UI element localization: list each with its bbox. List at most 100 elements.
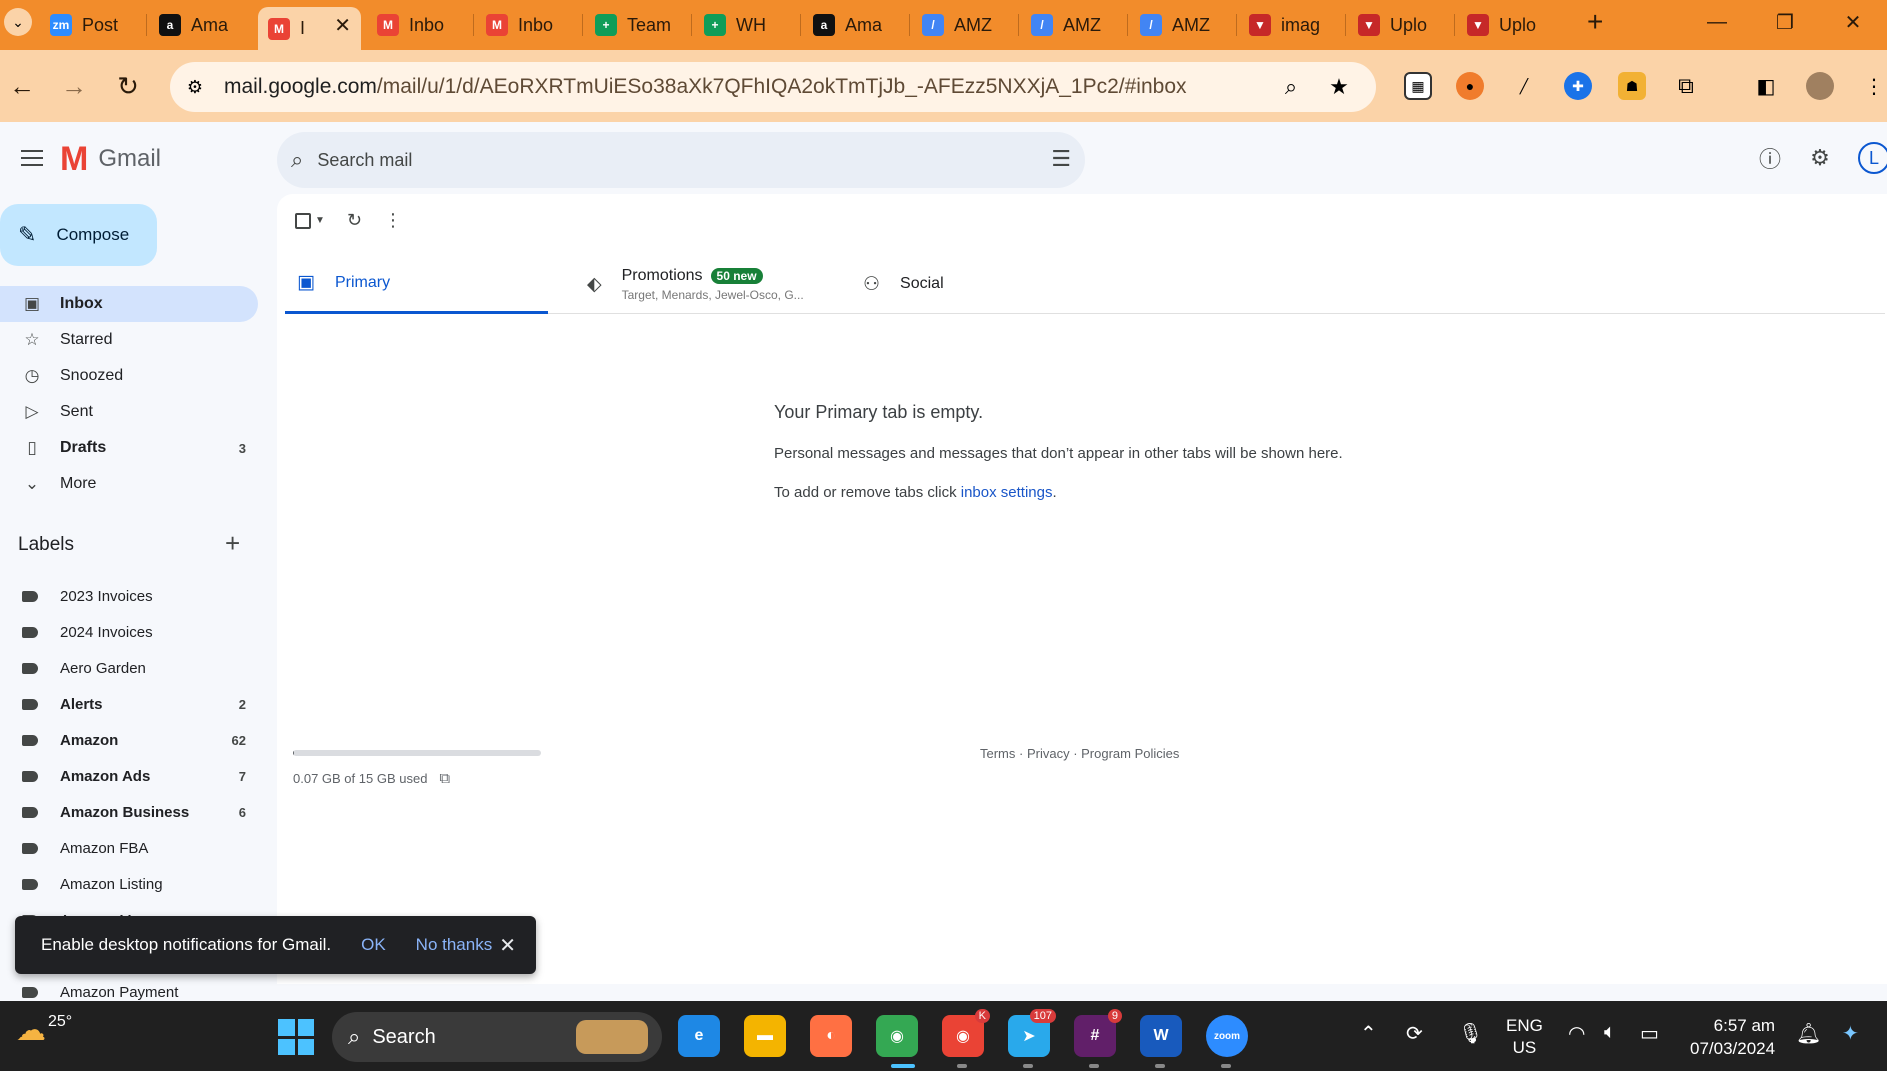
extension-honey-icon[interactable]: ☗ [1618, 72, 1646, 100]
close-window-button[interactable]: ✕ [1819, 0, 1887, 44]
help-icon[interactable]: ⓘ [1754, 142, 1786, 174]
main-menu-button[interactable] [12, 138, 52, 178]
word-app[interactable]: W [1140, 1015, 1182, 1057]
browser-tab[interactable]: ▼ Uplo [1348, 7, 1451, 43]
clock[interactable]: 6:57 am 07/03/2024 [1690, 1014, 1775, 1060]
browser-tab[interactable]: a Ama [149, 7, 252, 43]
sidebar-item-drafts[interactable]: ▯ Drafts 3 [0, 430, 258, 466]
forward-button[interactable]: → [56, 68, 92, 104]
sidebar-item-starred[interactable]: ☆ Starred [0, 322, 258, 358]
refresh-icon[interactable]: ↻ [347, 210, 362, 231]
browser-tab[interactable]: + Team [585, 7, 688, 43]
language-indicator[interactable]: ENG US [1506, 1015, 1543, 1059]
label-item[interactable]: 2023 Invoices [0, 581, 258, 611]
tab-search-button[interactable]: ⌄ [4, 8, 32, 36]
browser-tab[interactable]: / AMZ [912, 7, 1015, 43]
snackbar-no-thanks-button[interactable]: No thanks [416, 935, 493, 955]
sidebar-item-inbox[interactable]: ▣ Inbox [0, 286, 258, 322]
volume-icon[interactable]: 🔈︎ [1604, 1021, 1616, 1044]
chrome-menu-icon[interactable]: ⋮ [1860, 72, 1887, 100]
url-text[interactable]: mail.google.com/mail/u/1/d/AEoRXRTmUiESo… [224, 75, 1187, 99]
settings-gear-icon[interactable]: ⚙ [1804, 142, 1836, 174]
label-item[interactable]: Amazon 62 [0, 725, 258, 755]
browser-tab[interactable]: a Ama [803, 7, 906, 43]
show-hidden-icons-chevron[interactable]: ⌃ [1360, 1021, 1377, 1046]
snackbar-ok-button[interactable]: OK [361, 935, 386, 955]
close-tab-icon[interactable]: ✕ [334, 13, 351, 38]
program-policies-link[interactable]: Program Policies [1081, 746, 1179, 761]
open-external-icon[interactable]: ⧉ [439, 770, 450, 787]
tab-social[interactable]: ⚇ Social [851, 254, 1051, 314]
back-button[interactable]: ← [4, 68, 40, 104]
vpn-app[interactable]: ◐ [810, 1015, 852, 1057]
sidebar-item-snoozed[interactable]: ◷ Snoozed [0, 358, 258, 394]
label-item[interactable]: Amazon Ads 7 [0, 761, 258, 791]
zoom-icon[interactable]: ⌕ [1274, 70, 1308, 104]
browser-tab[interactable]: + WH [694, 7, 797, 43]
browser-tab[interactable]: M I ✕ [258, 7, 361, 50]
sidebar-item-sent[interactable]: ▷ Sent [0, 394, 258, 430]
select-checkbox[interactable]: ▼ [295, 212, 325, 229]
side-panel-icon[interactable]: ◧ [1752, 72, 1780, 100]
slack-app[interactable]: #9 [1074, 1009, 1122, 1057]
inbox-settings-link[interactable]: inbox settings [961, 484, 1053, 501]
file-explorer-app[interactable]: ▬ [744, 1015, 786, 1057]
browser-tab[interactable]: zm Post [40, 7, 143, 43]
more-actions-icon[interactable]: ⋮ [384, 210, 402, 231]
qr-extension-icon[interactable]: ▦ [1404, 72, 1432, 100]
copilot-icon[interactable]: ✦ [1842, 1021, 1859, 1046]
terms-link[interactable]: Terms [980, 746, 1015, 761]
search-bar[interactable]: ⌕ Search mail ☰ [277, 132, 1085, 188]
extension-orange-icon[interactable]: ● [1456, 72, 1484, 100]
label-item[interactable]: Amazon Business 6 [0, 797, 258, 827]
privacy-link[interactable]: Privacy [1027, 746, 1070, 761]
new-tab-button[interactable]: + [1587, 6, 1603, 38]
gmail-logo[interactable]: M Gmail [60, 142, 161, 176]
microphone-icon[interactable]: 🎙︎ [1458, 1021, 1483, 1046]
label-item[interactable]: Alerts 2 [0, 689, 258, 719]
chrome-app[interactable]: ◉ [876, 1015, 918, 1057]
label-item[interactable]: 2024 Invoices [0, 617, 258, 647]
address-bar[interactable]: ⚙ mail.google.com/mail/u/1/d/AEoRXRTmUiE… [170, 62, 1376, 112]
browser-tab[interactable]: ▼ imag [1239, 7, 1342, 43]
site-info-icon[interactable]: ⚙ [178, 70, 212, 104]
extensions-puzzle-icon[interactable]: ⧉ [1672, 72, 1700, 100]
label-item[interactable]: Amazon FBA [0, 833, 258, 863]
restore-button[interactable]: ❐ [1751, 0, 1819, 44]
label-item[interactable]: Aero Garden [0, 653, 258, 683]
browser-tab[interactable]: / AMZ [1021, 7, 1124, 43]
create-label-icon[interactable]: + [225, 528, 240, 559]
battery-icon[interactable]: ▭ [1640, 1021, 1659, 1046]
account-avatar[interactable]: L [1858, 142, 1887, 174]
label-name: 2023 Invoices [60, 587, 153, 605]
chrome-profile-app[interactable]: ◉ K [942, 1009, 990, 1057]
browser-tab[interactable]: ▼ Uplo [1457, 7, 1560, 43]
start-button[interactable] [278, 1019, 314, 1055]
browser-tab[interactable]: M Inbo [367, 7, 470, 43]
minimize-button[interactable]: — [1683, 0, 1751, 44]
sidebar-item-more[interactable]: ⌄ More [0, 466, 258, 502]
extension-blue-icon[interactable]: ✚ [1564, 72, 1592, 100]
weather-widget[interactable]: ☁ 25° [16, 1013, 72, 1048]
search-icon[interactable]: ⌕ [291, 147, 303, 173]
notification-bell-icon[interactable]: 🔔︎ [1796, 1021, 1821, 1046]
telegram-app[interactable]: ➤ 107 [1008, 1009, 1056, 1057]
compose-button[interactable]: ✎ Compose [0, 204, 157, 266]
reload-button[interactable]: ↻ [110, 68, 146, 104]
tab-promotions[interactable]: ⬖ Promotions 50 new Target, Menards, Jew… [575, 254, 835, 314]
search-options-icon[interactable]: ☰ [1051, 146, 1071, 172]
bookmark-star-icon[interactable]: ★ [1322, 70, 1356, 104]
wifi-icon[interactable]: ◠ [1568, 1021, 1585, 1046]
tab-primary[interactable]: ▣ Primary [285, 254, 548, 314]
browser-tab[interactable]: M Inbo [476, 7, 579, 43]
edge-app[interactable]: e [678, 1015, 720, 1057]
zoom-app[interactable]: zoom [1206, 1015, 1248, 1057]
taskbar-search[interactable]: ⌕ Search [332, 1012, 662, 1062]
sync-icon[interactable]: ⟳ [1406, 1021, 1423, 1046]
close-icon[interactable]: ✕ [499, 933, 516, 958]
label-item[interactable]: Amazon Listing [0, 869, 258, 899]
extension-cursor-icon[interactable]: ╱ [1510, 72, 1538, 100]
profile-avatar[interactable] [1806, 72, 1834, 100]
search-input[interactable]: Search mail [317, 150, 412, 171]
browser-tab[interactable]: / AMZ [1130, 7, 1233, 43]
